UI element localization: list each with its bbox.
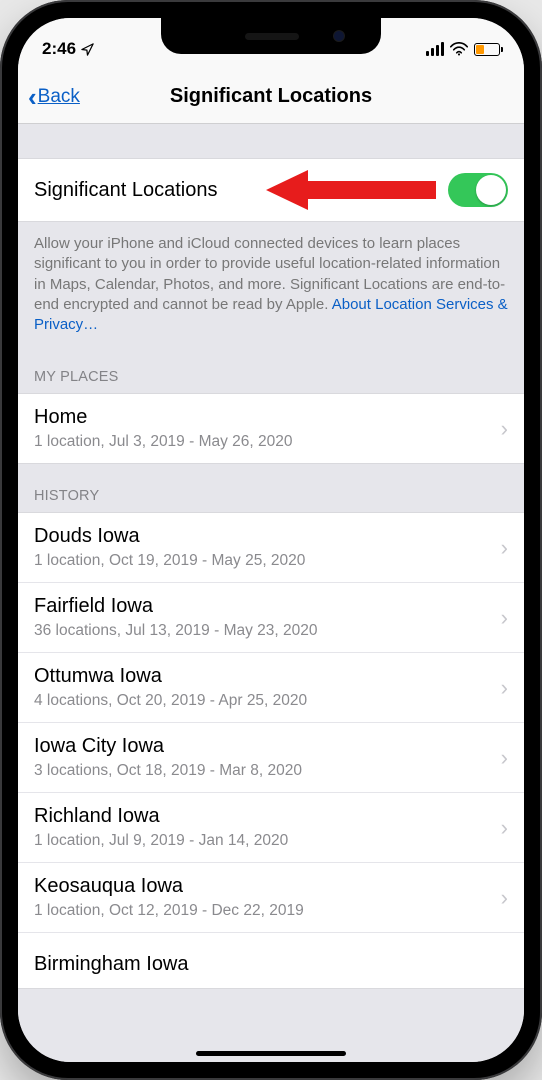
history-list: Douds Iowa 1 location, Oct 19, 2019 - Ma… [18,512,524,989]
list-item-title: Douds Iowa [34,525,508,548]
my-places-item[interactable]: Home 1 location, Jul 3, 2019 - May 26, 2… [18,394,524,463]
chevron-right-icon: › [501,605,508,631]
device-frame: 2:46 ‹ Back Signif [0,0,542,1080]
section-spacer [18,124,524,158]
list-item-subtitle: 1 location, Oct 12, 2019 - Dec 22, 2019 [34,902,508,920]
history-item[interactable]: Birmingham Iowa [18,933,524,988]
chevron-right-icon: › [501,745,508,771]
chevron-right-icon: › [501,416,508,442]
cell-signal-icon [426,42,444,56]
page-title: Significant Locations [18,85,524,108]
list-item-subtitle: 1 location, Jul 3, 2019 - May 26, 2020 [34,433,508,451]
status-right [426,42,500,56]
chevron-right-icon: › [501,675,508,701]
list-item-title: Ottumwa Iowa [34,665,508,688]
section-header-history: HISTORY [18,464,524,512]
annotation-arrow [266,170,438,210]
history-item[interactable]: Iowa City Iowa 3 locations, Oct 18, 2019… [18,723,524,793]
back-label: Back [38,86,80,108]
list-item-title: Keosauqua Iowa [34,875,508,898]
list-item-subtitle: 36 locations, Jul 13, 2019 - May 23, 202… [34,622,508,640]
history-item[interactable]: Ottumwa Iowa 4 locations, Oct 20, 2019 -… [18,653,524,723]
list-item-subtitle: 3 locations, Oct 18, 2019 - Mar 8, 2020 [34,762,508,780]
description-text: Allow your iPhone and iCloud connected d… [18,222,524,345]
list-item-subtitle: 1 location, Oct 19, 2019 - May 25, 2020 [34,552,508,570]
battery-icon [474,43,500,56]
chevron-right-icon: › [501,535,508,561]
back-button[interactable]: ‹ Back [28,86,80,108]
history-item[interactable]: Richland Iowa 1 location, Jul 9, 2019 - … [18,793,524,863]
status-left: 2:46 [42,39,95,59]
history-item[interactable]: Fairfield Iowa 36 locations, Jul 13, 201… [18,583,524,653]
list-item-title: Iowa City Iowa [34,735,508,758]
speaker-slot [245,33,299,40]
home-indicator[interactable] [196,1051,346,1056]
significant-locations-label: Significant Locations [34,179,217,202]
list-item-title: Birmingham Iowa [34,945,508,976]
location-arrow-icon [80,42,95,57]
list-item-title: Home [34,406,508,429]
chevron-right-icon: › [501,815,508,841]
significant-locations-row: Significant Locations [18,158,524,222]
history-item[interactable]: Douds Iowa 1 location, Oct 19, 2019 - Ma… [18,513,524,583]
list-item-title: Fairfield Iowa [34,595,508,618]
history-item[interactable]: Keosauqua Iowa 1 location, Oct 12, 2019 … [18,863,524,933]
my-places-list: Home 1 location, Jul 3, 2019 - May 26, 2… [18,393,524,464]
significant-locations-toggle[interactable] [448,173,508,207]
wifi-icon [450,42,468,56]
content: Significant Locations Allow your iPhone … [18,124,524,1062]
navigation-bar: ‹ Back Significant Locations [18,70,524,124]
status-time: 2:46 [42,39,76,59]
list-item-title: Richland Iowa [34,805,508,828]
list-item-subtitle: 4 locations, Oct 20, 2019 - Apr 25, 2020 [34,692,508,710]
toggle-knob [476,175,506,205]
front-camera [333,30,345,42]
list-item-subtitle: 1 location, Jul 9, 2019 - Jan 14, 2020 [34,832,508,850]
section-header-my-places: MY PLACES [18,345,524,393]
chevron-right-icon: › [501,885,508,911]
screen: 2:46 ‹ Back Signif [18,18,524,1062]
notch [161,18,381,54]
